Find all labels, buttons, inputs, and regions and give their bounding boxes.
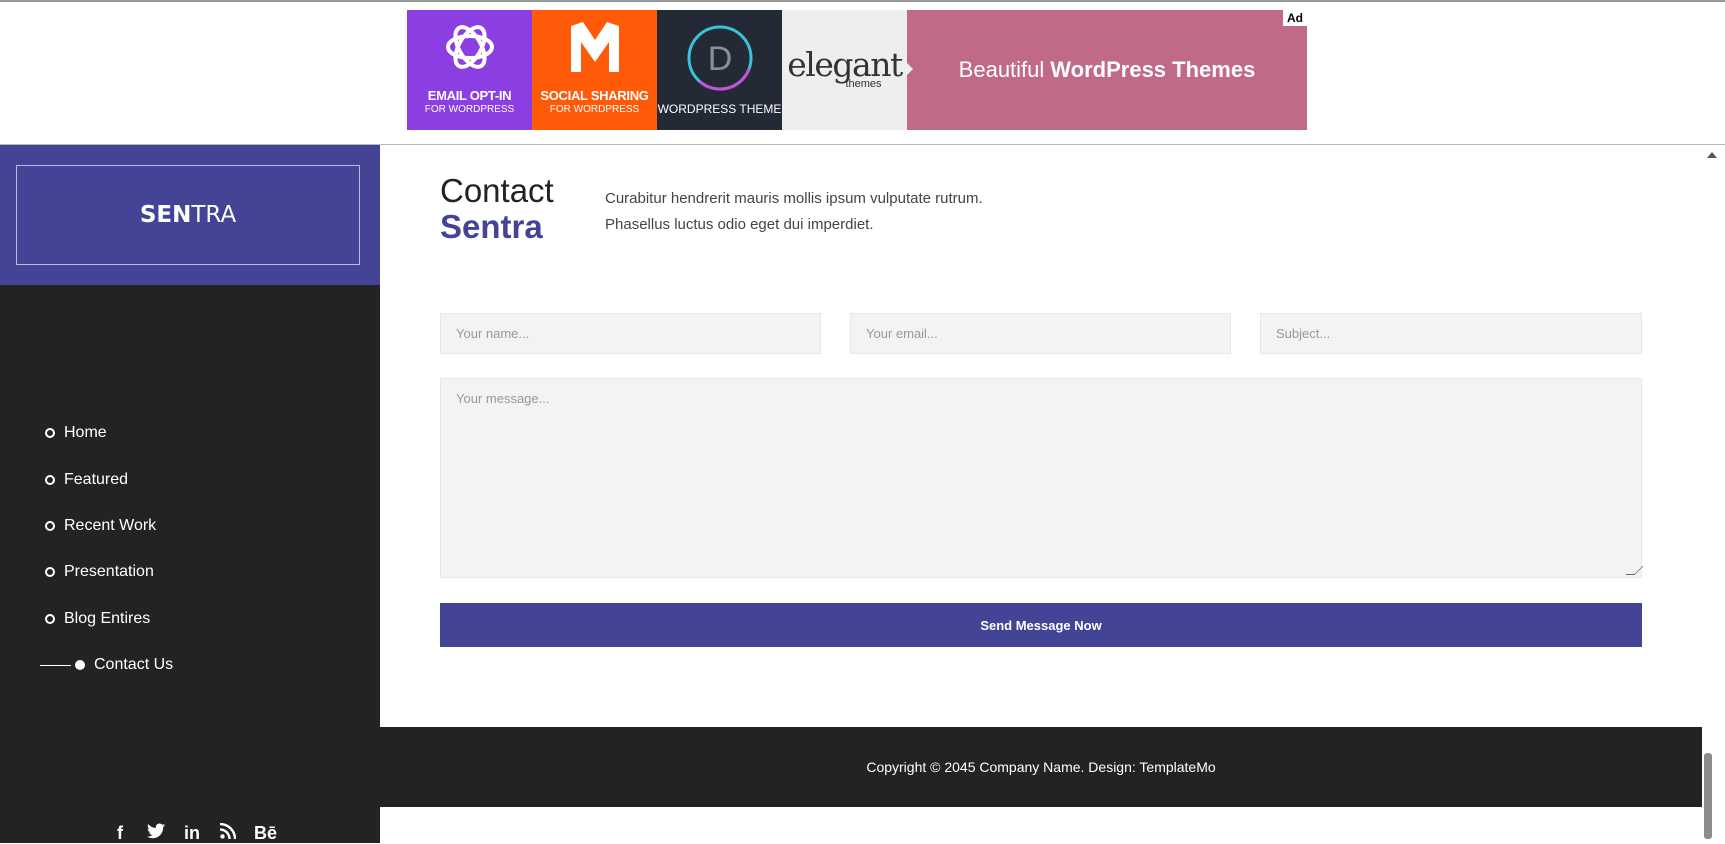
nav-bullet-icon [45, 613, 55, 624]
nav-item-recent-work[interactable]: Recent Work [0, 503, 380, 549]
ad-cta[interactable]: Beautiful WordPress Themes Ad [906, 10, 1307, 130]
nav-item-presentation[interactable]: Presentation [0, 549, 380, 595]
intro-text: Curabitur hendrerit mauris mollis ipsum … [605, 186, 1105, 238]
sidebar: SEN TRA Home Featured Recent Work Present… [0, 145, 380, 843]
heading-line-1: Contact [440, 172, 554, 209]
send-message-button[interactable]: Send Message Now [440, 603, 1642, 647]
behance-icon[interactable]: Bē [254, 823, 277, 844]
nav-item-home[interactable]: Home [0, 410, 380, 456]
nav-item-label: Featured [64, 470, 129, 488]
ad-cta-light: Beautiful [958, 57, 1045, 82]
ad-cta-bold: WordPress Themes [1050, 57, 1256, 82]
nav-bullet-filled-icon [75, 660, 85, 671]
ad-tile-title: EMAIL OPT-IN [427, 88, 512, 103]
brand-bold: SEN [139, 202, 192, 228]
scroll-thumb[interactable] [1704, 753, 1712, 839]
nav-item-blog-entires[interactable]: Blog Entires [0, 596, 380, 642]
ad-tile-email-optin[interactable]: EMAIL OPT-IN FOR WORDPRESS [407, 10, 532, 130]
footer: Copyright © 2045 Company Name. Design: T… [380, 727, 1702, 807]
message-textarea[interactable]: Your message... [440, 378, 1644, 578]
elegant-logo-text: elegant [787, 45, 903, 84]
linkedin-icon[interactable]: in [182, 823, 202, 844]
nav-item-label: Presentation [64, 563, 154, 581]
brand-light: TRA [191, 202, 237, 228]
nav-bullet-icon [45, 520, 55, 531]
monarch-icon [570, 22, 619, 72]
facebook-icon[interactable]: f [110, 823, 130, 844]
ad-tile-divi-theme[interactable]: D WORDPRESS THEME [657, 10, 782, 130]
divi-icon: D [687, 25, 752, 91]
nav-item-label: Blog Entires [64, 609, 151, 627]
scroll-up-arrow-icon[interactable] [1707, 152, 1717, 158]
nav-item-label: Recent Work [64, 516, 157, 534]
nav-item-contact-us[interactable]: Contact Us [0, 642, 380, 688]
nav-bullet-icon [45, 567, 55, 578]
ad-tile-social-sharing[interactable]: SOCIAL SHARING FOR WORDPRESS [532, 10, 657, 130]
nav-bullet-icon [45, 428, 55, 439]
subject-input[interactable]: Subject... [1260, 313, 1642, 354]
intro-line-1: Curabitur hendrerit mauris mollis ipsum … [605, 190, 983, 207]
ad-banner[interactable]: EMAIL OPT-IN FOR WORDPRESS SOCIAL SHARIN… [407, 10, 1307, 130]
nav-item-featured[interactable]: Featured [0, 456, 380, 502]
resize-handle-icon[interactable] [1625, 566, 1644, 575]
bloom-icon [445, 25, 494, 69]
active-indicator-line [40, 664, 71, 666]
email-input[interactable]: Your email... [850, 313, 1231, 354]
copyright-text: Copyright © 2045 Company Name. Design: T… [866, 759, 1216, 775]
nav-item-label: Home [64, 424, 107, 442]
ad-tile-elegant-themes[interactable]: * elegant themes [782, 10, 915, 130]
page-scrollbar[interactable] [1702, 145, 1725, 843]
nav-item-label: Contact Us [94, 656, 174, 674]
heading-line-2: Sentra [440, 208, 543, 245]
message-placeholder: Your message... [456, 391, 550, 406]
ad-tile-subtitle: FOR WORDPRESS [549, 104, 640, 115]
ad-tile-subtitle: FOR WORDPRESS [424, 104, 515, 115]
ad-tile-title: SOCIAL SHARING [540, 88, 649, 103]
name-input[interactable]: Your name... [440, 313, 821, 354]
ad-badge: Ad [1283, 10, 1307, 26]
site-logo[interactable]: SEN TRA [16, 165, 360, 265]
twitter-icon[interactable] [146, 823, 166, 844]
brand-box: SEN TRA [0, 145, 380, 285]
section-heading: Contact Sentra [440, 173, 554, 245]
sidebar-nav: Home Featured Recent Work Presentation B… [0, 410, 380, 688]
social-links: f in Bē [110, 822, 277, 844]
ad-arrow-icon [906, 62, 913, 76]
svg-text:D: D [707, 40, 732, 78]
nav-bullet-icon [45, 474, 55, 485]
ad-banner-area: EMAIL OPT-IN FOR WORDPRESS SOCIAL SHARIN… [0, 2, 1725, 145]
ad-tile-title: WORDPRESS THEME [657, 102, 782, 116]
rss-icon[interactable] [218, 822, 238, 844]
main-content: Contact Sentra Curabitur hendrerit mauri… [380, 145, 1702, 843]
intro-line-2: Phasellus luctus odio eget dui imperdiet… [605, 216, 874, 233]
